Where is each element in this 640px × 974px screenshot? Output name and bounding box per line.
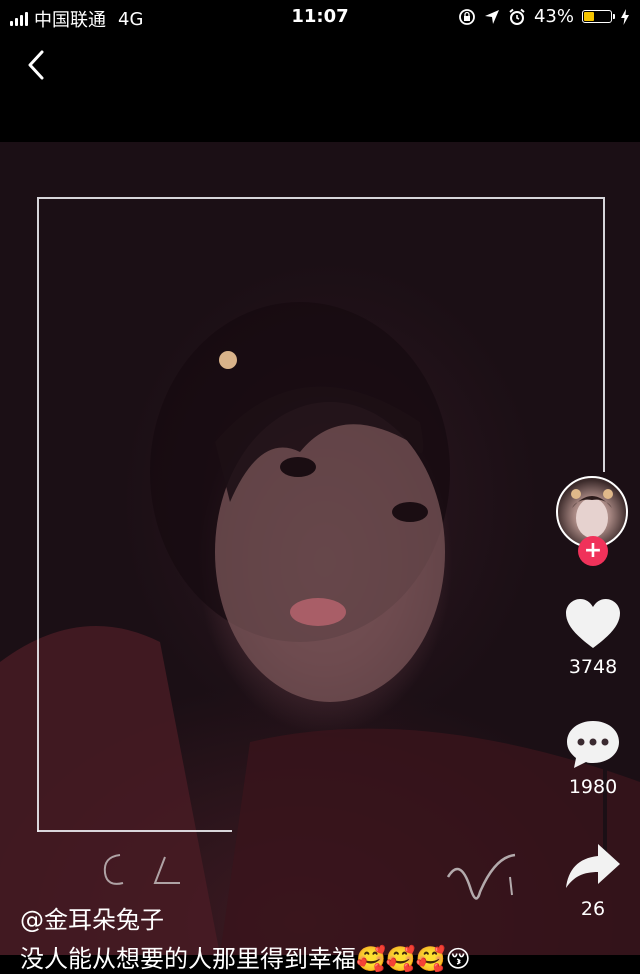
rotation-lock-icon: [459, 8, 475, 25]
battery-percent: 43%: [533, 6, 574, 27]
comment-count: 1980: [568, 776, 618, 798]
share-icon[interactable]: [564, 840, 622, 892]
share-count: 26: [580, 898, 606, 920]
follow-button[interactable]: +: [578, 536, 608, 566]
like-group: 3748: [553, 598, 633, 678]
post-caption: 没人能从想要的人那里得到幸福🥰🥰🥰😚: [20, 945, 471, 973]
overlay-frame: [37, 197, 605, 832]
author-username[interactable]: @金耳朵兔子: [20, 900, 164, 935]
back-button[interactable]: [22, 48, 52, 82]
watermark-ga-logo: [103, 854, 180, 885]
share-group: 26: [553, 840, 633, 920]
charging-icon: [621, 8, 629, 25]
battery-icon: [582, 10, 615, 23]
alarm-icon: [509, 8, 525, 25]
like-count: 3748: [568, 656, 618, 678]
status-right: 43%: [458, 6, 630, 27]
comment-icon[interactable]: [564, 718, 622, 770]
status-bar: 中国联通 4G 11:07 43%: [0, 0, 640, 34]
location-icon: [484, 9, 499, 24]
watermark-v-logo: [446, 853, 516, 900]
heart-icon[interactable]: [564, 598, 622, 650]
overlay-frame-bottom: [37, 830, 232, 832]
video-player[interactable]: [0, 142, 640, 955]
chevron-left-icon: [28, 50, 44, 80]
comment-group: 1980: [553, 718, 633, 798]
